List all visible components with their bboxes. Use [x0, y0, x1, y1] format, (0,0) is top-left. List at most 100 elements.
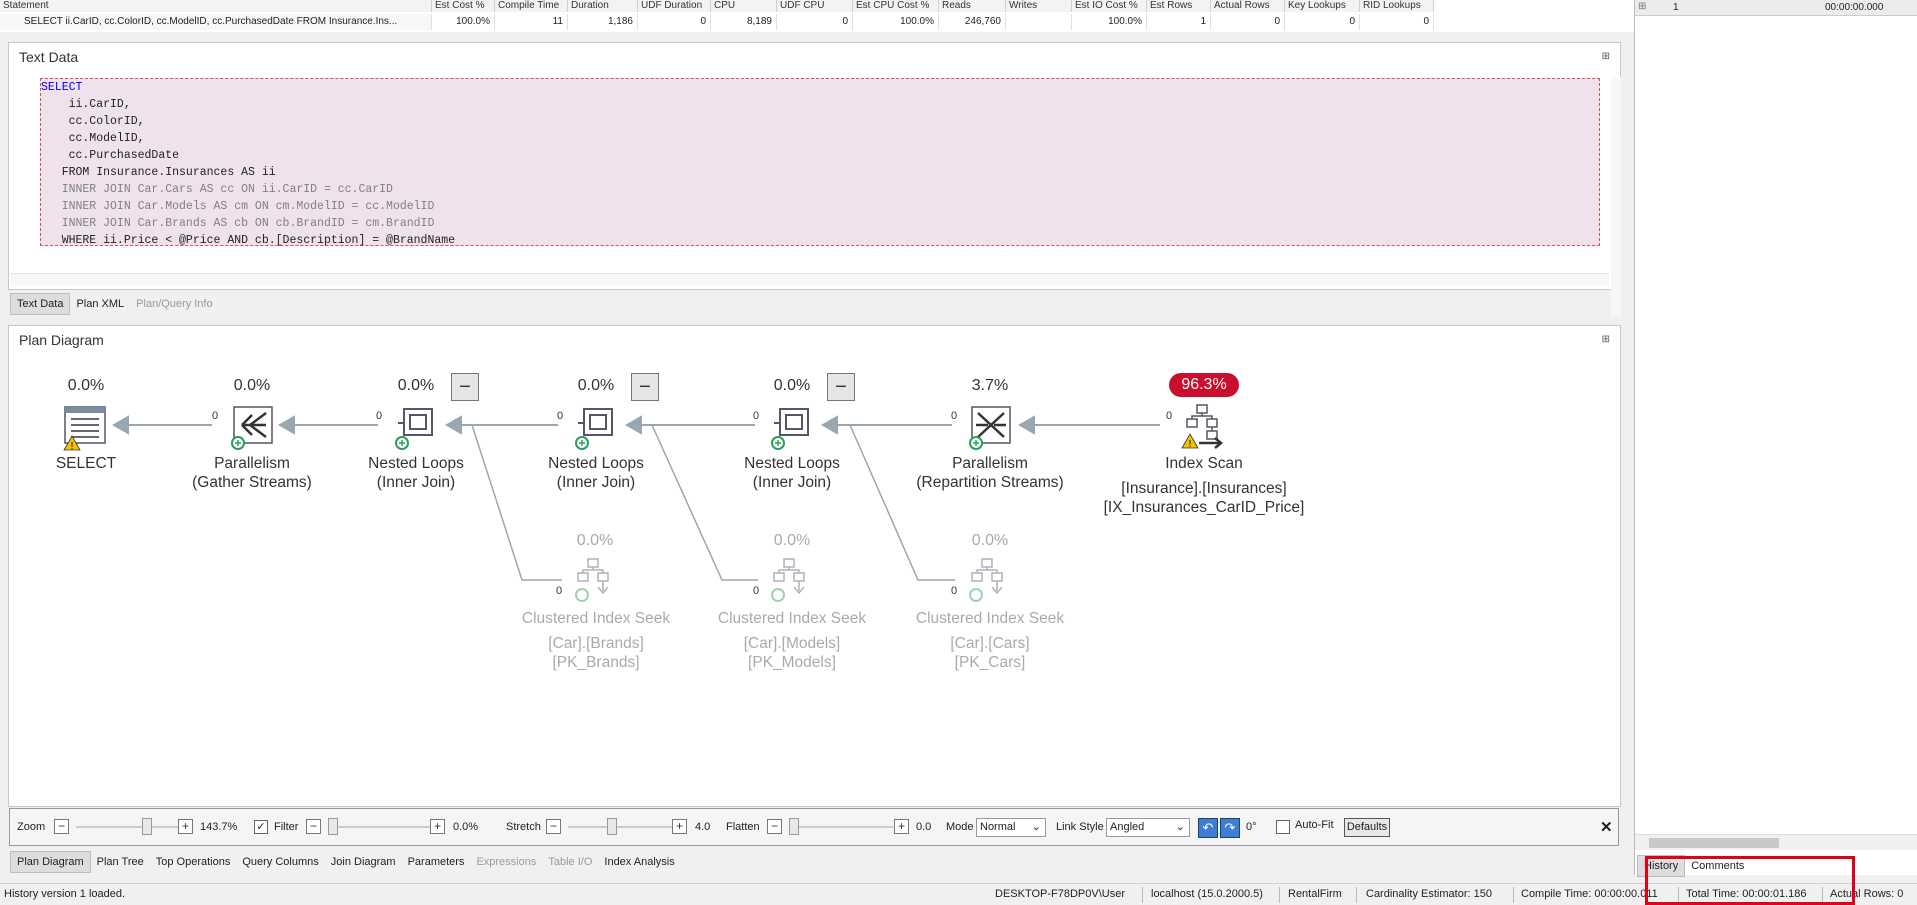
clustered-index-seek-icon[interactable] — [768, 557, 814, 603]
node-nl1-rows: 0 — [376, 410, 383, 422]
stretch-label: Stretch — [506, 821, 541, 833]
link-style-select[interactable]: Angled ⌄ — [1106, 818, 1190, 837]
zoom-slider-thumb[interactable] — [142, 818, 152, 835]
node-repartition-cost: 3.7% — [971, 377, 1009, 394]
nested-loops-icon[interactable] — [392, 405, 438, 451]
link-style-label: Link Style — [1056, 821, 1104, 833]
status-separator — [1279, 887, 1280, 903]
status-server: localhost (15.0.2000.5) — [1151, 888, 1263, 900]
node-models-cost: 0.0% — [773, 532, 811, 549]
tab-parameters[interactable]: Parameters — [402, 852, 471, 872]
rotate-left-icon[interactable]: ↶ — [1198, 818, 1218, 838]
node-nl2-label: Nested Loops (Inner Join) — [548, 455, 644, 491]
defaults-button[interactable]: Defaults — [1344, 818, 1390, 837]
zoom-slider[interactable] — [76, 826, 180, 828]
parallelism-repartition-icon[interactable] — [966, 405, 1012, 451]
scrollbar-thumb[interactable] — [1649, 838, 1779, 848]
node-nl2-rows: 0 — [557, 410, 564, 422]
nested-loops-icon[interactable] — [572, 405, 618, 451]
tab-plan-tree[interactable]: Plan Tree — [91, 852, 150, 872]
highlight-box — [1645, 856, 1855, 905]
flatten-slider[interactable] — [789, 826, 893, 828]
status-database: RentalFirm — [1288, 888, 1342, 900]
node-nl1-label: Nested Loops (Inner Join) — [368, 455, 464, 491]
node-nl3-label: Nested Loops (Inner Join) — [744, 455, 840, 491]
tab-query-columns[interactable]: Query Columns — [236, 852, 324, 872]
history-row-time: 00:00:00.000 — [1825, 2, 1884, 13]
stretch-slider-thumb[interactable] — [607, 818, 617, 835]
node-index-scan-rows: 0 — [1166, 410, 1173, 422]
node-gather-cost: 0.0% — [233, 377, 271, 394]
autofit-checkbox[interactable] — [1276, 820, 1290, 834]
node-brands-rows: 0 — [556, 585, 563, 597]
close-icon[interactable]: ✕ — [1600, 818, 1613, 836]
zoom-in-button[interactable]: + — [178, 819, 193, 834]
flatten-label: Flatten — [726, 821, 760, 833]
zoom-out-button[interactable]: − — [54, 819, 69, 834]
stretch-value: 4.0 — [695, 821, 711, 833]
filter-plus-button[interactable]: + — [430, 819, 445, 834]
filter-value: 0.0% — [453, 821, 479, 833]
stretch-slider[interactable] — [568, 826, 672, 828]
select-operator-icon[interactable]: ! — [63, 405, 109, 451]
mode-select[interactable]: Normal ⌄ — [976, 818, 1046, 837]
tab-index-analysis[interactable]: Index Analysis — [598, 852, 680, 872]
index-scan-icon[interactable]: ! — [1181, 403, 1227, 449]
node-nl2-cost: 0.0% — [577, 377, 615, 394]
node-select-label: SELECT — [55, 455, 117, 472]
plan-connectors — [111, 415, 1160, 581]
history-row-number: 1 — [1673, 2, 1679, 13]
rotate-right-icon[interactable]: ↷ — [1220, 818, 1240, 838]
history-horizontal-scrollbar[interactable] — [1635, 834, 1917, 850]
node-nl3-cost: 0.0% — [773, 377, 811, 394]
status-bar: History version 1 loaded. DESKTOP-F78DP0… — [0, 883, 1917, 905]
stretch-minus-button[interactable]: − — [546, 819, 561, 834]
tab-expressions[interactable]: Expressions — [470, 852, 542, 872]
tab-table-io[interactable]: Table I/O — [542, 852, 598, 872]
history-row[interactable]: ⊞ 1 00:00:00.000 — [1635, 0, 1917, 16]
status-user: DESKTOP-F78DP0V\User — [995, 888, 1126, 900]
status-compile-time: Compile Time: 00:00:00.011 — [1521, 888, 1658, 900]
node-index-scan-label: Index Scan [Insurance].[Insurances] [IX_In… — [1103, 455, 1305, 516]
node-nl3-rows: 0 — [753, 410, 760, 422]
diagram-tabs: Plan Diagram Plan Tree Top Operations Qu… — [10, 851, 681, 873]
filter-slider[interactable] — [328, 826, 432, 828]
tab-plan-diagram[interactable]: Plan Diagram — [10, 851, 91, 873]
node-index-scan-cost-badge: 96.3% — [1169, 373, 1239, 397]
filter-label: Filter — [274, 821, 299, 833]
chevron-down-icon: ⌄ — [1175, 821, 1185, 833]
filter-minus-button[interactable]: − — [306, 819, 321, 834]
collapse-nl2-button[interactable]: − — [631, 373, 659, 401]
collapse-nl1-button[interactable]: − — [451, 373, 479, 401]
tab-top-operations[interactable]: Top Operations — [150, 852, 237, 872]
autofit-label: Auto-Fit — [1295, 819, 1334, 831]
rotation-value: 0° — [1246, 821, 1257, 833]
flatten-minus-button[interactable]: − — [767, 819, 782, 834]
status-cardinality-estimator: Cardinality Estimator: 150 — [1366, 888, 1492, 900]
nested-loops-icon[interactable] — [768, 405, 814, 451]
node-cars-cost: 0.0% — [971, 532, 1009, 549]
status-message: History version 1 loaded. — [4, 888, 126, 900]
diagram-toolbar: Zoom − + 143.7% ✓ Filter − + 0.0% Stretc… — [9, 808, 1619, 846]
status-separator — [1356, 887, 1357, 903]
expand-icon[interactable]: ⊞ — [1638, 1, 1646, 12]
svg-text:!: ! — [71, 441, 74, 451]
node-brands-cost: 0.0% — [576, 532, 614, 549]
filter-checkbox[interactable]: ✓ — [254, 820, 268, 834]
node-gather-label: Parallelism (Gather Streams) — [192, 455, 312, 491]
mode-label: Mode — [946, 821, 974, 833]
collapse-nl3-button[interactable]: − — [827, 373, 855, 401]
clustered-index-seek-icon[interactable] — [966, 557, 1012, 603]
node-cars-label: Clustered Index Seek [Car].[Cars] [PK_Cars… — [915, 610, 1065, 671]
status-separator — [1142, 887, 1143, 903]
history-pane: ⊞ 1 00:00:00.000 History Comments — [1634, 0, 1917, 877]
stretch-plus-button[interactable]: + — [672, 819, 687, 834]
flatten-plus-button[interactable]: + — [894, 819, 909, 834]
node-models-label: Clustered Index Seek [Car].[Models] [PK_Mo… — [717, 610, 867, 671]
node-models-rows: 0 — [753, 585, 760, 597]
flatten-slider-thumb[interactable] — [789, 818, 799, 835]
tab-join-diagram[interactable]: Join Diagram — [325, 852, 402, 872]
parallelism-gather-icon[interactable] — [228, 405, 274, 451]
filter-slider-thumb[interactable] — [328, 818, 338, 835]
clustered-index-seek-icon[interactable] — [572, 557, 618, 603]
